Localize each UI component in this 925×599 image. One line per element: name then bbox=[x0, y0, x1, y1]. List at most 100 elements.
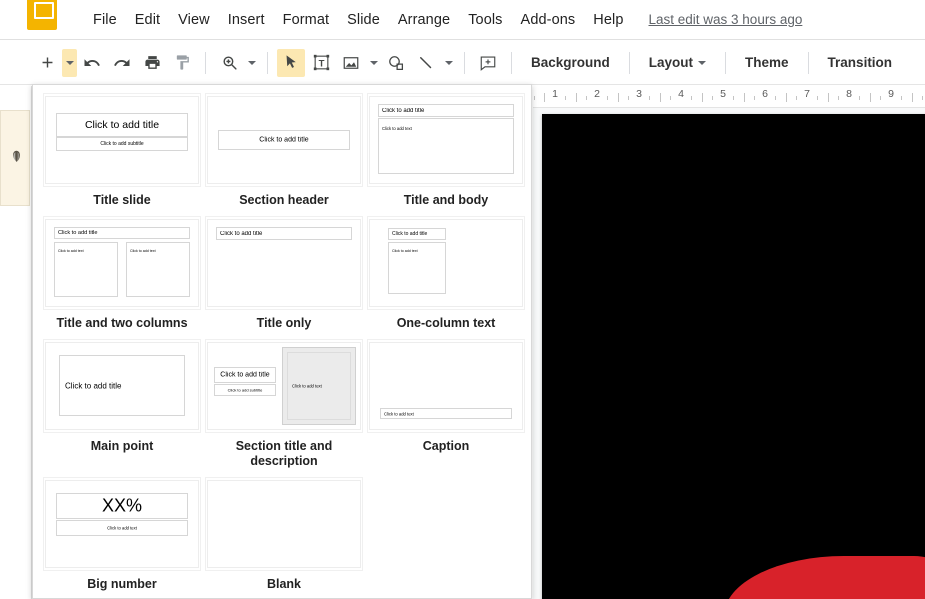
layout-option-caption[interactable]: Click to add text Caption bbox=[365, 339, 527, 469]
layout-label: Big number bbox=[87, 577, 157, 591]
new-slide-dropdown-caret[interactable] bbox=[62, 48, 77, 77]
current-slide-canvas[interactable] bbox=[542, 114, 925, 599]
menu-item-format[interactable]: Format bbox=[274, 8, 339, 32]
menu-item-view[interactable]: View bbox=[169, 8, 219, 32]
slide-editing-area[interactable] bbox=[533, 108, 925, 599]
thumb-blank bbox=[207, 480, 361, 568]
toolbar-separator-4 bbox=[511, 51, 512, 74]
paint-format-icon[interactable] bbox=[168, 49, 196, 77]
slide-filmstrip[interactable] bbox=[0, 86, 32, 599]
thumb-title-text: Click to add title bbox=[65, 381, 122, 390]
menu-item-slide[interactable]: Slide bbox=[338, 8, 389, 32]
layout-thumbnail: Click to add title Click to add text Cli… bbox=[43, 216, 201, 310]
thumb-title-and-body: Click to add title Click to add text bbox=[369, 96, 523, 184]
menu-item-tools[interactable]: Tools bbox=[459, 8, 511, 32]
thumb-title-text: Click to add title bbox=[382, 107, 425, 114]
thumb-section-header: Click to add title bbox=[207, 96, 361, 184]
horizontal-ruler: 1 2 3 4 5 6 7 8 9 bbox=[533, 86, 925, 108]
toolbar-group-insert: T bbox=[276, 41, 456, 85]
layout-label: Main point bbox=[90, 439, 154, 453]
thumb-title-text: Click to add title bbox=[220, 230, 263, 237]
image-icon[interactable] bbox=[337, 49, 365, 77]
thumb-title-slide: Click to add title Click to add subtitle bbox=[45, 96, 199, 184]
line-icon[interactable] bbox=[412, 49, 440, 77]
layout-label: Title only bbox=[256, 316, 312, 330]
ruler-tick-8: 8 bbox=[846, 88, 852, 100]
thumb-title-two-columns: Click to add title Click to add text Cli… bbox=[45, 219, 199, 307]
toolbar-group-slide bbox=[32, 41, 197, 85]
layout-option-title-slide[interactable]: Click to add title Click to add subtitle… bbox=[41, 93, 203, 208]
image-dropdown-caret[interactable] bbox=[366, 49, 381, 77]
layout-thumbnail: XX% Click to add text bbox=[43, 477, 201, 571]
plus-icon[interactable] bbox=[33, 49, 61, 77]
ruler-tick-6: 6 bbox=[762, 88, 768, 100]
layout-option-one-column-text[interactable]: Click to add title Click to add text One… bbox=[365, 216, 527, 331]
layout-option-title-only[interactable]: Click to add title Title only bbox=[203, 216, 365, 331]
thumb-one-column-text: Click to add title Click to add text bbox=[369, 219, 523, 307]
slides-logo-icon[interactable] bbox=[27, 0, 57, 30]
layout-option-section-title-and-description[interactable]: Click to add title Click to add subtitle… bbox=[203, 339, 365, 469]
layout-thumbnail: Click to add title bbox=[205, 216, 363, 310]
zoom-in-icon[interactable] bbox=[215, 49, 243, 77]
layout-thumbnail: Click to add title bbox=[43, 339, 201, 433]
thumb-body-text-2: Click to add text bbox=[130, 249, 156, 253]
chevron-down-icon bbox=[444, 60, 453, 65]
layout-option-title-and-two-columns[interactable]: Click to add title Click to add text Cli… bbox=[41, 216, 203, 331]
background-button[interactable]: Background bbox=[520, 49, 621, 76]
main-toolbar: T Background Layout Theme Transition bbox=[0, 41, 925, 85]
shape-icon[interactable] bbox=[382, 49, 410, 77]
theme-button[interactable]: Theme bbox=[734, 49, 800, 76]
layout-label: One-column text bbox=[396, 316, 496, 330]
undo-icon[interactable] bbox=[78, 49, 106, 77]
ruler-tick-4: 4 bbox=[678, 88, 684, 100]
menu-item-list: File Edit View Insert Format Slide Arran… bbox=[84, 0, 802, 40]
layout-label: Title slide bbox=[93, 193, 151, 207]
layout-option-blank[interactable]: Blank bbox=[203, 477, 365, 592]
layout-grid: Click to add title Click to add subtitle… bbox=[33, 85, 531, 598]
toolbar-group-zoom bbox=[214, 41, 259, 85]
svg-text:T: T bbox=[318, 58, 324, 69]
ruler-tick-9: 9 bbox=[888, 88, 894, 100]
zoom-dropdown-caret[interactable] bbox=[244, 49, 259, 77]
slides-application: File Edit View Insert Format Slide Arran… bbox=[0, 0, 925, 599]
layout-thumbnail: Click to add title Click to add text bbox=[367, 216, 525, 310]
thumb-title-text: XX% bbox=[101, 495, 143, 516]
thumb-main-point: Click to add title bbox=[45, 342, 199, 430]
menu-item-help[interactable]: Help bbox=[584, 8, 632, 32]
menu-item-insert[interactable]: Insert bbox=[219, 8, 274, 32]
layout-option-section-header[interactable]: Click to add title Section header bbox=[203, 93, 365, 208]
thumb-body-text: Click to add text bbox=[292, 383, 322, 389]
layout-button-label: Layout bbox=[648, 55, 694, 70]
layout-option-big-number[interactable]: XX% Click to add text Big number bbox=[41, 477, 203, 592]
layout-thumbnail: Click to add title bbox=[205, 93, 363, 187]
menu-item-arrange[interactable]: Arrange bbox=[389, 8, 459, 32]
thumb-body-text: Click to add text bbox=[58, 249, 84, 253]
ruler-tick-5: 5 bbox=[720, 88, 726, 100]
print-icon[interactable] bbox=[138, 49, 166, 77]
layout-thumbnail: Click to add text bbox=[367, 339, 525, 433]
layout-thumbnail: Click to add title Click to add subtitle… bbox=[205, 339, 363, 433]
menu-bar: File Edit View Insert Format Slide Arran… bbox=[0, 0, 925, 40]
layout-label: Caption bbox=[422, 439, 470, 453]
cursor-arrow-icon[interactable] bbox=[277, 48, 305, 77]
add-comment-icon[interactable] bbox=[474, 49, 502, 77]
layout-button[interactable]: Layout bbox=[638, 49, 717, 76]
thumb-subtitle-text: Click to add subtitle bbox=[227, 387, 263, 393]
menu-item-file[interactable]: File bbox=[84, 8, 126, 32]
accent-shape[interactable] bbox=[724, 556, 925, 599]
line-dropdown-caret[interactable] bbox=[441, 49, 456, 77]
redo-icon[interactable] bbox=[108, 49, 136, 77]
thumb-body-text: Click to add text bbox=[384, 411, 414, 416]
transition-button[interactable]: Transition bbox=[817, 49, 904, 76]
menu-item-addons[interactable]: Add-ons bbox=[512, 8, 585, 32]
last-edit-status[interactable]: Last edit was 3 hours ago bbox=[649, 12, 803, 27]
layout-option-main-point[interactable]: Click to add title Main point bbox=[41, 339, 203, 469]
layout-dropdown-panel[interactable]: Click to add title Click to add subtitle… bbox=[32, 84, 532, 599]
menu-item-edit[interactable]: Edit bbox=[126, 8, 169, 32]
text-box-icon[interactable]: T bbox=[307, 49, 335, 77]
layout-thumbnail: Click to add title Click to add subtitle bbox=[43, 93, 201, 187]
layout-option-title-and-body[interactable]: Click to add title Click to add text Tit… bbox=[365, 93, 527, 208]
filmstrip-slide-thumbnail[interactable] bbox=[0, 110, 30, 206]
thumb-body-text: Click to add text bbox=[107, 525, 137, 531]
ruler-tick-7: 7 bbox=[804, 88, 810, 100]
